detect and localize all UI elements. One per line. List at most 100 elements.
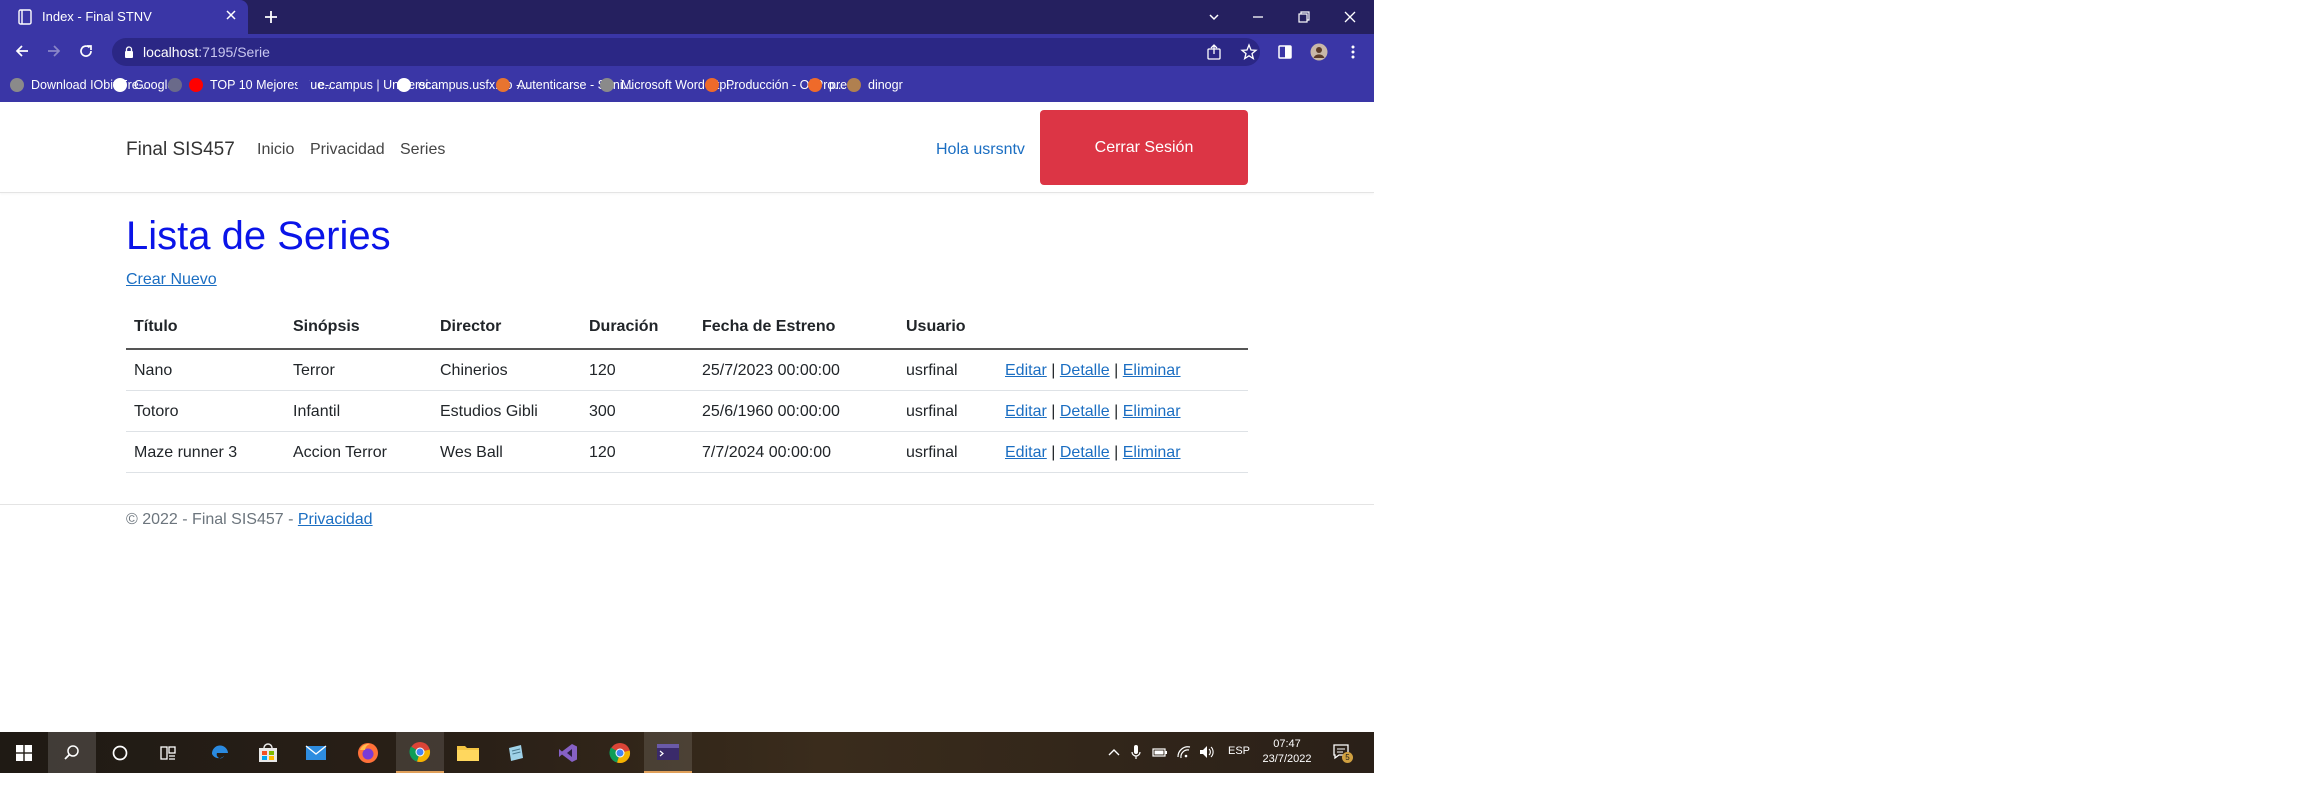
microphone-icon[interactable] bbox=[1128, 744, 1144, 760]
reload-icon[interactable] bbox=[78, 43, 94, 59]
table-row: Totoro Infantil Estudios Gibli 300 25/6/… bbox=[126, 391, 1248, 432]
action-separator: | bbox=[1051, 403, 1056, 420]
google-icon bbox=[397, 78, 411, 92]
cell-director: Estudios Gibli bbox=[440, 403, 538, 420]
cell-sinopsis: Infantil bbox=[293, 403, 341, 420]
column-header-usuario: Usuario bbox=[906, 318, 966, 335]
ecampus-icon bbox=[297, 78, 311, 92]
page-favicon-icon bbox=[18, 9, 32, 25]
footer-privacy-link[interactable]: Privacidad bbox=[298, 511, 373, 528]
cortana-button[interactable] bbox=[96, 732, 144, 773]
close-window-icon[interactable] bbox=[1340, 7, 1360, 27]
footer-copyright: © 2022 - Final SIS457 - bbox=[126, 511, 298, 528]
start-button[interactable] bbox=[0, 732, 48, 773]
taskbar-app-firefox[interactable] bbox=[344, 732, 392, 773]
url-path: :7195/Serie bbox=[198, 44, 270, 60]
nav-link-privacidad[interactable]: Privacidad bbox=[310, 140, 385, 160]
table-row: Maze runner 3 Accion Terror Wes Ball 120… bbox=[126, 432, 1248, 473]
taskbar-app-notes[interactable] bbox=[492, 732, 540, 773]
cell-titulo: Nano bbox=[134, 362, 173, 379]
tab-search-icon[interactable] bbox=[1204, 7, 1224, 27]
taskbar-app-visual-studio[interactable] bbox=[544, 732, 592, 773]
close-tab-icon[interactable] bbox=[224, 8, 238, 22]
cell-titulo: Maze runner 3 bbox=[134, 444, 238, 461]
show-hidden-icons-chevron-up-icon[interactable] bbox=[1106, 744, 1122, 760]
column-header-titulo: Título bbox=[134, 318, 178, 335]
screenshot: Index - Final STNV localhost:7195/Serie … bbox=[0, 0, 1374, 773]
bookmark-label: Microsoft Word - tp... bbox=[621, 78, 737, 92]
bookmark-label: ecampus.usfx.bo -... bbox=[418, 78, 531, 92]
taskbar-app-chrome-active[interactable] bbox=[396, 732, 444, 773]
row-actions: Editar | Detalle | Eliminar bbox=[1005, 361, 1181, 381]
profile-avatar-icon[interactable] bbox=[1310, 43, 1328, 61]
back-icon[interactable] bbox=[14, 43, 30, 59]
taskbar-app-file-explorer[interactable] bbox=[444, 732, 492, 773]
chrome-icon bbox=[609, 742, 631, 763]
cell-fecha-estreno: 7/7/2024 00:00:00 bbox=[702, 444, 832, 461]
search-icon bbox=[64, 744, 79, 760]
action-center-button[interactable]: 5 bbox=[1332, 742, 1353, 763]
browser-tab[interactable]: Index - Final STNV bbox=[0, 0, 248, 34]
task-view-button[interactable] bbox=[144, 732, 192, 773]
delete-link[interactable]: Eliminar bbox=[1123, 403, 1181, 420]
taskbar-app-chrome[interactable] bbox=[596, 732, 644, 773]
delete-link[interactable]: Eliminar bbox=[1123, 444, 1181, 461]
globe-icon bbox=[168, 78, 182, 92]
google-icon bbox=[113, 78, 127, 92]
cell-director: Chinerios bbox=[440, 362, 508, 379]
forward-icon[interactable] bbox=[46, 43, 62, 59]
battery-icon[interactable] bbox=[1152, 744, 1168, 760]
taskbar-app-edge[interactable] bbox=[196, 732, 244, 773]
action-separator: | bbox=[1114, 403, 1119, 420]
url-host: localhost bbox=[143, 44, 199, 60]
volume-icon[interactable] bbox=[1198, 744, 1214, 760]
create-new-link[interactable]: Crear Nuevo bbox=[126, 270, 217, 290]
taskbar-app-terminal[interactable] bbox=[644, 732, 692, 773]
terminal-window-icon bbox=[657, 743, 679, 760]
share-icon[interactable] bbox=[1205, 43, 1223, 61]
windows-logo-icon bbox=[16, 744, 32, 761]
row-actions: Editar | Detalle | Eliminar bbox=[1005, 402, 1181, 422]
detail-link[interactable]: Detalle bbox=[1060, 444, 1110, 461]
system-clock[interactable]: 07:47 23/7/2022 bbox=[1262, 737, 1312, 767]
side-panel-icon[interactable] bbox=[1276, 43, 1294, 61]
site-footer: © 2022 - Final SIS457 - Privacidad bbox=[0, 504, 1374, 544]
notepad-icon bbox=[509, 744, 523, 761]
delete-link[interactable]: Eliminar bbox=[1123, 362, 1181, 379]
bookmarks-bar: Download IObit Fre... Google TOP 10 Mejore… bbox=[0, 68, 1374, 102]
menu-kebab-icon[interactable] bbox=[1344, 43, 1362, 61]
table-row: Nano Terror Chinerios 120 25/7/2023 00:0… bbox=[126, 350, 1248, 391]
logout-button[interactable]: Cerrar Sesión bbox=[1040, 110, 1248, 185]
bookmark-star-icon[interactable] bbox=[1240, 43, 1258, 61]
globe-icon bbox=[600, 78, 614, 92]
iobit-icon bbox=[10, 78, 24, 92]
nav-link-series[interactable]: Series bbox=[400, 140, 445, 160]
column-header-duracion: Duración bbox=[589, 318, 659, 335]
user-greeting-link[interactable]: Hola usrsntv bbox=[936, 140, 1025, 160]
youtube-icon bbox=[189, 78, 203, 92]
restore-icon[interactable] bbox=[1294, 7, 1314, 27]
column-header-director: Director bbox=[440, 318, 502, 335]
cell-sinopsis: Terror bbox=[293, 362, 335, 379]
detail-link[interactable]: Detalle bbox=[1060, 362, 1110, 379]
brand-link[interactable]: Final SIS457 bbox=[126, 138, 235, 162]
nav-link-inicio[interactable]: Inicio bbox=[257, 140, 294, 160]
taskbar-search-button[interactable] bbox=[48, 732, 96, 773]
taskbar-app-mail[interactable] bbox=[292, 732, 340, 773]
address-bar[interactable]: localhost:7195/Serie bbox=[112, 38, 1260, 66]
wifi-icon[interactable] bbox=[1176, 744, 1192, 760]
detail-link[interactable]: Detalle bbox=[1060, 403, 1110, 420]
cell-fecha-estreno: 25/7/2023 00:00:00 bbox=[702, 362, 840, 379]
column-header-fecha-estreno: Fecha de Estreno bbox=[702, 318, 836, 335]
edge-icon bbox=[211, 744, 228, 758]
series-table: Título Sinópsis Director Duración Fecha … bbox=[126, 310, 1248, 473]
edit-link[interactable]: Editar bbox=[1005, 444, 1047, 461]
new-tab-icon[interactable] bbox=[262, 8, 280, 26]
row-actions: Editar | Detalle | Eliminar bbox=[1005, 443, 1181, 463]
input-language[interactable]: ESP bbox=[1228, 745, 1250, 757]
edit-link[interactable]: Editar bbox=[1005, 403, 1047, 420]
minimize-icon[interactable] bbox=[1248, 7, 1268, 27]
edit-link[interactable]: Editar bbox=[1005, 362, 1047, 379]
column-header-sinopsis: Sinópsis bbox=[293, 318, 360, 335]
taskbar-app-store[interactable] bbox=[244, 732, 292, 773]
